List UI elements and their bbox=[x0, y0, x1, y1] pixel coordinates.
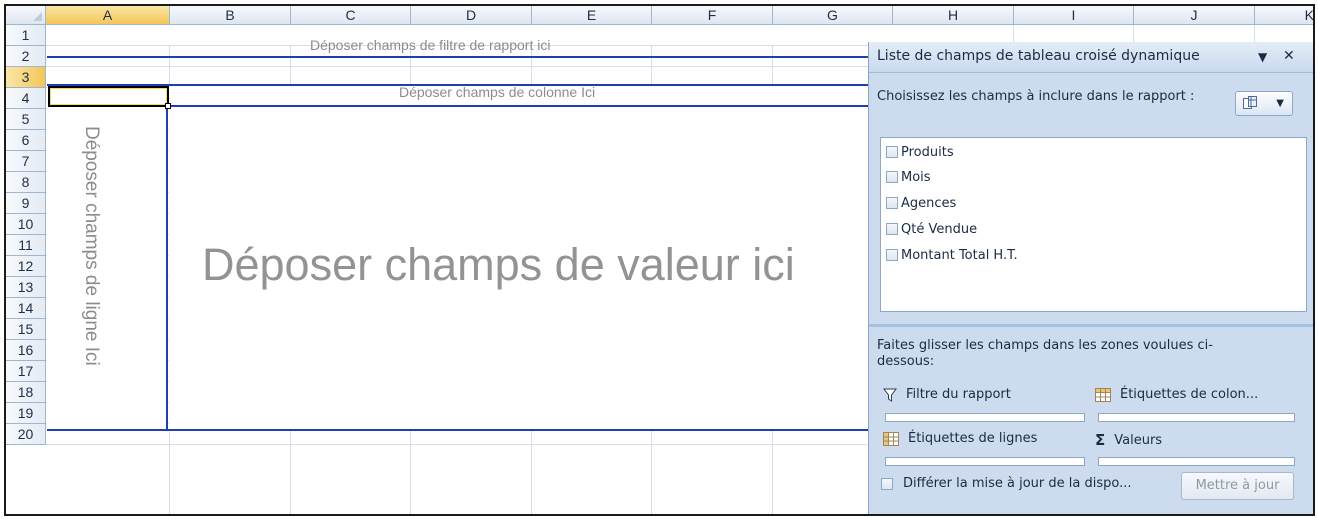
field-label: Agences bbox=[901, 195, 957, 211]
report-filter-drop-zone[interactable] bbox=[885, 413, 1085, 422]
field-label: Montant Total H.T. bbox=[901, 247, 1018, 263]
defer-update-label: Différer la mise à jour de la dispo... bbox=[903, 476, 1132, 491]
row-header-10[interactable]: 10 bbox=[6, 214, 46, 235]
row-header-15[interactable]: 15 bbox=[6, 319, 46, 340]
drop-column-placeholder: Déposer champs de colonne Ici bbox=[399, 84, 596, 100]
drop-value-placeholder: Déposer champs de valeur ici bbox=[202, 239, 795, 290]
field-montant-total[interactable]: Montant Total H.T. bbox=[886, 244, 1018, 266]
column-header-g[interactable]: G bbox=[773, 6, 893, 25]
sigma-icon: Σ bbox=[1095, 431, 1106, 449]
row-header-11[interactable]: 11 bbox=[6, 235, 46, 256]
field-checkbox[interactable] bbox=[886, 223, 898, 235]
field-qte-vendue[interactable]: Qté Vendue bbox=[886, 218, 977, 240]
column-header-c[interactable]: C bbox=[291, 6, 411, 25]
row-header-14[interactable]: 14 bbox=[6, 298, 46, 319]
row-header-5[interactable]: 5 bbox=[6, 109, 46, 130]
row-labels-drop-zone[interactable] bbox=[885, 457, 1085, 466]
row-header-13[interactable]: 13 bbox=[6, 277, 46, 298]
defer-update-checkbox[interactable] bbox=[881, 477, 893, 490]
row-header-2[interactable]: 2 bbox=[6, 46, 46, 67]
field-label: Mois bbox=[901, 169, 931, 185]
row-header-20[interactable]: 20 bbox=[6, 424, 46, 445]
row-header-18[interactable]: 18 bbox=[6, 382, 46, 403]
column-labels-drop-zone[interactable] bbox=[1098, 413, 1295, 422]
selected-cell-a3[interactable] bbox=[48, 86, 169, 107]
row-header-8[interactable]: 8 bbox=[6, 172, 46, 193]
column-header-b[interactable]: B bbox=[170, 6, 291, 25]
fill-handle[interactable] bbox=[165, 103, 171, 109]
field-checkbox[interactable] bbox=[886, 146, 898, 158]
drag-instruction: Faites glisser les champs dans les zones… bbox=[877, 338, 1213, 369]
field-layout-button[interactable]: ▼ bbox=[1235, 91, 1293, 116]
pivot-column-border bbox=[169, 105, 893, 107]
field-mois[interactable]: Mois bbox=[886, 166, 931, 188]
row-labels-label: Étiquettes de lignes bbox=[908, 431, 1038, 446]
row-header-19[interactable]: 19 bbox=[6, 403, 46, 424]
field-list: Produits Mois Agences Qté Vendue Montant… bbox=[880, 137, 1307, 312]
row-header-1[interactable]: 1 bbox=[6, 25, 46, 46]
chevron-down-icon: ▼ bbox=[1276, 98, 1284, 109]
values-zone-label: Σ Valeurs bbox=[1095, 431, 1162, 449]
pane-options-icon[interactable]: ▼ bbox=[1258, 50, 1267, 64]
row-header-6[interactable]: 6 bbox=[6, 130, 46, 151]
column-header-d[interactable]: D bbox=[411, 6, 532, 25]
pivot-filter-border bbox=[47, 56, 893, 58]
row-header-16[interactable]: 16 bbox=[6, 340, 46, 361]
field-label: Qté Vendue bbox=[901, 221, 978, 237]
pivot-rows-area[interactable] bbox=[47, 107, 168, 429]
row-labels-zone-label: Étiquettes de lignes bbox=[883, 431, 1037, 446]
close-icon[interactable]: ✕ bbox=[1283, 48, 1295, 64]
drop-row-placeholder: Déposer champs de ligne Ici bbox=[81, 126, 102, 366]
column-labels-zone-label: Étiquettes de colon... bbox=[1095, 387, 1258, 402]
row-header-4[interactable]: 4 bbox=[6, 88, 46, 109]
pivot-bottom-border bbox=[47, 429, 893, 431]
drop-filter-placeholder: Déposer champs de filtre de rapport ici bbox=[310, 37, 551, 53]
select-all-corner[interactable] bbox=[6, 6, 46, 25]
field-checkbox[interactable] bbox=[886, 197, 898, 209]
report-filter-label: Filtre du rapport bbox=[906, 387, 1011, 402]
field-produits[interactable]: Produits bbox=[886, 141, 954, 163]
pane-title-bar: Liste de champs de tableau croisé dynami… bbox=[869, 42, 1313, 73]
row-header-17[interactable]: 17 bbox=[6, 361, 46, 382]
column-header-a[interactable]: A bbox=[46, 6, 170, 25]
field-checkbox[interactable] bbox=[886, 249, 898, 261]
defer-update-option[interactable]: Différer la mise à jour de la dispo... bbox=[881, 476, 1131, 491]
spreadsheet-window: A B C D E F G H I J K 1 2 3 4 5 6 7 8 9 … bbox=[4, 4, 1315, 516]
report-filter-zone-label: Filtre du rapport bbox=[883, 387, 1011, 402]
column-grid-icon bbox=[1095, 387, 1111, 402]
column-header-k[interactable]: K bbox=[1255, 6, 1313, 25]
pane-title: Liste de champs de tableau croisé dynami… bbox=[877, 48, 1200, 64]
field-label: Produits bbox=[901, 144, 954, 160]
field-checkbox[interactable] bbox=[886, 171, 898, 183]
column-header-j[interactable]: J bbox=[1134, 6, 1255, 25]
choose-fields-label: Choisissez les champs à inclure dans le … bbox=[877, 89, 1195, 104]
funnel-icon bbox=[883, 388, 897, 402]
row-header-3[interactable]: 3 bbox=[6, 67, 46, 88]
values-drop-zone[interactable] bbox=[1098, 457, 1295, 466]
pivot-row-border bbox=[166, 84, 168, 430]
values-label: Valeurs bbox=[1114, 432, 1163, 448]
pivot-field-list-pane: Liste de champs de tableau croisé dynami… bbox=[868, 42, 1313, 514]
row-grid-icon bbox=[883, 431, 899, 446]
column-header-f[interactable]: F bbox=[652, 6, 773, 25]
row-header-7[interactable]: 7 bbox=[6, 151, 46, 172]
column-labels-label: Étiquettes de colon... bbox=[1120, 387, 1259, 402]
column-header-i[interactable]: I bbox=[1014, 6, 1134, 25]
column-header-h[interactable]: H bbox=[893, 6, 1014, 25]
column-header-e[interactable]: E bbox=[532, 6, 652, 25]
update-button[interactable]: Mettre à jour bbox=[1181, 472, 1294, 500]
pane-splitter[interactable] bbox=[869, 324, 1313, 327]
row-header-12[interactable]: 12 bbox=[6, 256, 46, 277]
field-agences[interactable]: Agences bbox=[886, 192, 956, 214]
row-header-9[interactable]: 9 bbox=[6, 193, 46, 214]
field-layout-icon bbox=[1243, 96, 1257, 109]
